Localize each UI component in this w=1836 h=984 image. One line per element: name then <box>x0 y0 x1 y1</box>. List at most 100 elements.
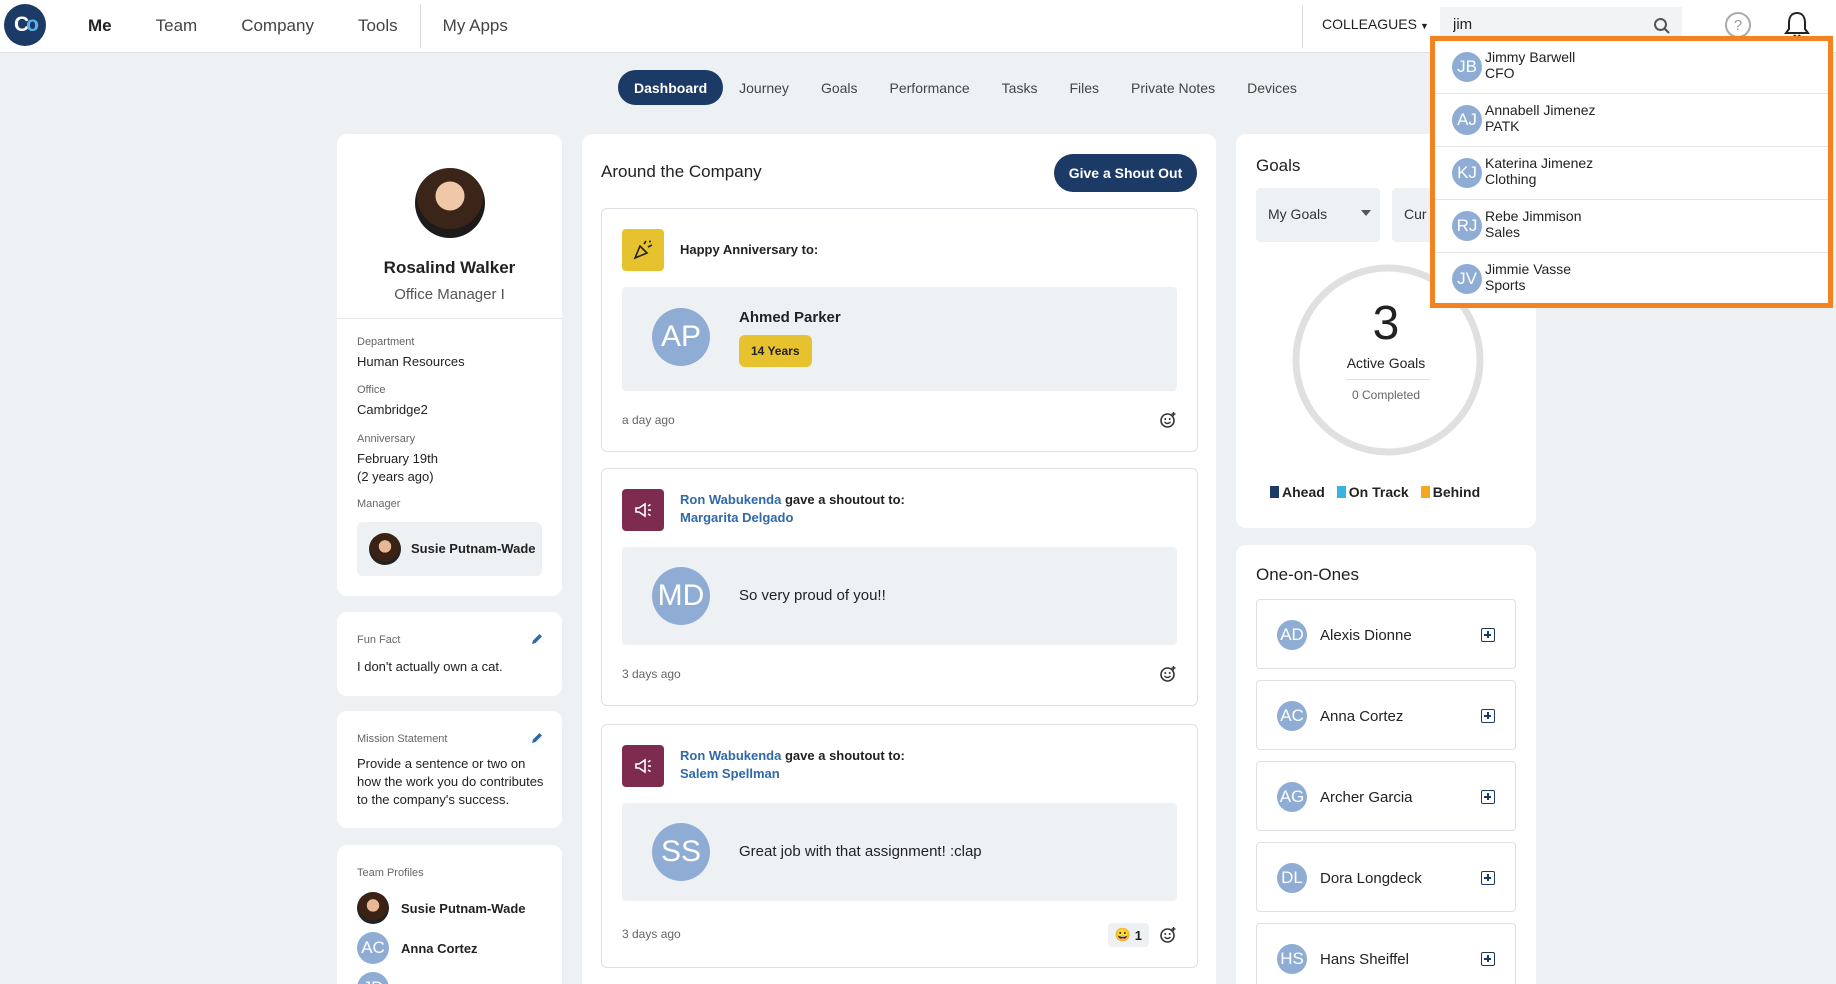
tab-performance[interactable]: Performance <box>874 70 986 105</box>
legend-behind: Behind <box>1420 484 1480 500</box>
nav-team[interactable]: Team <box>134 0 220 52</box>
add-reaction-icon[interactable] <box>1159 411 1177 429</box>
add-reaction-icon[interactable] <box>1159 665 1177 683</box>
person-avatar: AG <box>1277 782 1307 812</box>
shoutout-message: So very proud of you!! <box>739 587 886 604</box>
member-name: Susie Putnam-Wade <box>401 900 526 916</box>
reaction-count[interactable]: 😀 1 <box>1107 923 1149 947</box>
one-on-one-item[interactable]: AC Anna Cortez <box>1256 680 1516 750</box>
around-company-card: Around the Company Give a Shout Out Happ… <box>582 134 1216 984</box>
active-goals-label: Active Goals <box>1346 355 1426 371</box>
add-plus-icon[interactable] <box>1481 871 1495 885</box>
person-avatar[interactable]: SS <box>652 823 710 881</box>
search-result-item[interactable]: KJ Katerina Jimenez Clothing <box>1435 147 1828 200</box>
person-name: Hans Sheiffel <box>1320 951 1409 968</box>
toolbar-divider <box>1302 6 1303 48</box>
add-plus-icon[interactable] <box>1481 709 1495 723</box>
search-result-item[interactable]: AJ Annabell Jimenez PATK <box>1435 94 1828 147</box>
manager-link[interactable]: Susie Putnam-Wade <box>357 522 542 576</box>
one-on-ones-title: One-on-Ones <box>1256 565 1359 584</box>
team-profiles-card: Team Profiles Susie Putnam-Wade AC Anna … <box>337 845 562 984</box>
anniversary-post: Happy Anniversary to: AP Ahmed Parker 14… <box>601 208 1198 452</box>
post-content: SS Great job with that assignment! :clap <box>622 803 1177 901</box>
feed-title: Around the Company <box>601 162 762 181</box>
person-name[interactable]: Ahmed Parker <box>739 309 841 326</box>
tab-tasks[interactable]: Tasks <box>986 70 1054 105</box>
search-result-item[interactable]: JV Jimmie Vasse Sports <box>1435 253 1828 306</box>
add-plus-icon[interactable] <box>1481 790 1495 804</box>
tab-journey[interactable]: Journey <box>723 70 805 105</box>
party-popper-icon <box>622 229 664 271</box>
nav-me[interactable]: Me <box>66 0 134 52</box>
profile-card: Rosalind Walker Office Manager I Departm… <box>337 134 562 596</box>
member-avatar: AC <box>357 932 389 964</box>
shoutout-post: Ron Wabukenda gave a shoutout to: Salem … <box>601 724 1198 968</box>
ring-divider <box>1346 379 1430 380</box>
anniversary-label: Anniversary <box>357 433 416 445</box>
sender-link[interactable]: Ron Wabukenda <box>680 492 781 507</box>
nav-company[interactable]: Company <box>219 0 336 52</box>
nav-tools[interactable]: Tools <box>336 0 420 52</box>
mission-label: Mission Statement <box>357 733 448 745</box>
tab-private-notes[interactable]: Private Notes <box>1115 70 1231 105</box>
team-profiles-label: Team Profiles <box>357 867 424 879</box>
recipient-link[interactable]: Margarita Delgado <box>680 510 793 525</box>
person-name: Archer Garcia <box>1320 789 1413 806</box>
search-result-item[interactable]: JB Jimmy Barwell CFO <box>1435 41 1828 94</box>
nav-my-apps[interactable]: My Apps <box>421 0 530 52</box>
tab-goals[interactable]: Goals <box>805 70 874 105</box>
result-name: Annabell Jimenez <box>1485 102 1596 118</box>
tab-devices[interactable]: Devices <box>1231 70 1313 105</box>
profile-name: Rosalind Walker <box>383 258 516 277</box>
person-avatar: AC <box>1277 701 1307 731</box>
post-content: MD So very proud of you!! <box>622 547 1177 645</box>
search-input[interactable] <box>1453 16 1643 33</box>
add-reaction-icon[interactable] <box>1159 926 1177 944</box>
post-heading: Ron Wabukenda gave a shoutout to: Margar… <box>680 492 905 525</box>
profile-title: Office Manager I <box>394 286 505 303</box>
person-name: Dora Longdeck <box>1320 870 1422 887</box>
one-on-one-item[interactable]: HS Hans Sheiffel <box>1256 923 1516 984</box>
reaction-number: 1 <box>1134 927 1142 943</box>
manager-name: Susie Putnam-Wade <box>411 541 536 556</box>
anniversary-ago: (2 years ago) <box>357 469 434 484</box>
member-avatar: JD <box>357 972 389 984</box>
team-member-row[interactable]: Susie Putnam-Wade <box>357 892 525 924</box>
result-department: Sales <box>1485 224 1521 240</box>
one-on-one-item[interactable]: AD Alexis Dionne <box>1256 599 1516 669</box>
team-member-row[interactable]: AC Anna Cortez <box>357 932 478 964</box>
edit-pencil-icon[interactable] <box>530 731 544 745</box>
result-avatar: JV <box>1452 264 1482 294</box>
recipient-link[interactable]: Salem Spellman <box>680 766 780 781</box>
person-name: Anna Cortez <box>1320 708 1404 725</box>
profile-avatar[interactable] <box>415 168 485 238</box>
goals-filter-select[interactable]: My Goals <box>1256 188 1380 242</box>
years-badge: 14 Years <box>739 335 812 367</box>
result-name: Katerina Jimenez <box>1485 155 1594 171</box>
search-icon[interactable] <box>1653 17 1671 35</box>
one-on-one-item[interactable]: DL Dora Longdeck <box>1256 842 1516 912</box>
result-name: Jimmie Vasse <box>1485 261 1572 277</box>
sender-link[interactable]: Ron Wabukenda <box>680 748 781 763</box>
main-nav: Me Team Company Tools My Apps <box>66 0 530 52</box>
search-result-item[interactable]: RJ Rebe Jimmison Sales <box>1435 200 1828 253</box>
add-plus-icon[interactable] <box>1481 952 1495 966</box>
mission-statement-card: Mission Statement Provide a sentence or … <box>337 711 562 828</box>
app-logo[interactable]: Co <box>4 4 46 46</box>
person-avatar[interactable]: MD <box>652 567 710 625</box>
post-heading: Ron Wabukenda gave a shoutout to: Salem … <box>680 748 905 781</box>
completed-goals: 0 Completed <box>1351 388 1421 402</box>
person-avatar[interactable]: AP <box>652 308 710 366</box>
give-shout-out-button[interactable]: Give a Shout Out <box>1054 154 1197 192</box>
add-plus-icon[interactable] <box>1481 628 1495 642</box>
post-time: a day ago <box>622 413 675 427</box>
result-name: Jimmy Barwell <box>1485 49 1576 65</box>
one-on-one-item[interactable]: AG Archer Garcia <box>1256 761 1516 831</box>
edit-pencil-icon[interactable] <box>530 632 544 646</box>
team-member-row[interactable]: JD <box>357 972 389 984</box>
tab-files[interactable]: Files <box>1053 70 1115 105</box>
help-icon[interactable]: ? <box>1725 12 1751 38</box>
result-avatar: RJ <box>1452 211 1482 241</box>
tab-dashboard[interactable]: Dashboard <box>618 70 724 105</box>
colleagues-dropdown[interactable]: COLLEAGUES ▼ <box>1322 16 1429 32</box>
